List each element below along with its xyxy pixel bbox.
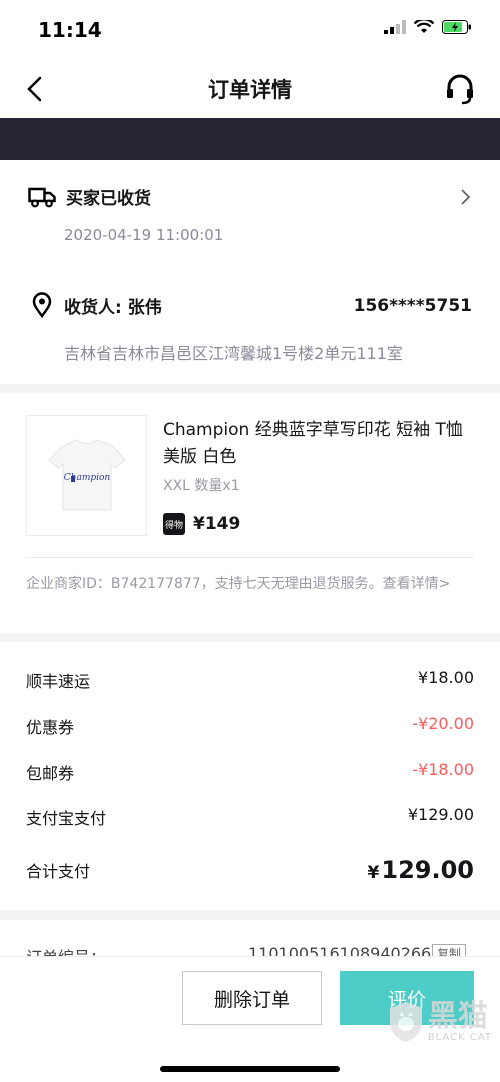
pay-row-alipay: 支付宝支付 ¥129.00 — [26, 805, 474, 829]
pay-row-shipping: 顺丰速运 ¥18.00 — [26, 668, 474, 692]
receiver-row: 收货人: 张伟 — [32, 292, 162, 318]
status-timestamp: 2020-04-19 11:00:01 — [64, 226, 224, 244]
product-thumbnail[interactable]: Champion — [26, 415, 147, 536]
watermark-text: 黑猫 BLACK CAT — [427, 998, 492, 1043]
pay-label: 优惠券 — [26, 718, 75, 737]
signal-icon — [384, 20, 406, 34]
status-icons — [384, 20, 472, 34]
product-spec: XXL 数量x1 — [163, 478, 240, 494]
payment-summary-card: 顺丰速运 ¥18.00 优惠券 -¥20.00 包邮券 -¥18.00 支付宝支… — [0, 642, 500, 910]
delete-order-button[interactable]: 删除订单 — [182, 971, 322, 1025]
order-status-title: 买家已收货 — [66, 189, 151, 209]
pay-value: ¥18.00 — [418, 668, 474, 687]
order-status-card: 买家已收货 2020-04-19 11:00:01 收货人: 张伟 156***… — [0, 160, 500, 384]
chevron-right-icon[interactable] — [460, 188, 472, 206]
product-card: Champion Champion 经典蓝字草写印花 短袖 T恤 美版 白色 X… — [0, 393, 500, 633]
tshirt-image: Champion — [48, 439, 126, 511]
product-title[interactable]: Champion 经典蓝字草写印花 短袖 T恤 美版 白色 — [163, 417, 473, 471]
watermark-sub: BLACK CAT — [427, 1031, 492, 1043]
pay-label: 支付宝支付 — [26, 809, 107, 828]
merchant-note[interactable]: 企业商家ID：B742177877，支持七天无理由退货服务。查看详情> — [26, 573, 474, 595]
pay-row-free-shipping: 包邮券 -¥18.00 — [26, 760, 474, 784]
divider — [26, 557, 474, 558]
receiver-name: 收货人: 张伟 — [64, 297, 162, 318]
total-value: 129.00 — [381, 856, 474, 884]
nav-bar: 订单详情 — [0, 60, 500, 118]
product-price: ¥149 — [193, 514, 241, 534]
receiver-phone: 156****5751 — [353, 296, 472, 316]
shipping-address: 吉林省吉林市昌邑区江湾馨城1号楼2单元111室 — [64, 344, 403, 363]
pay-value: -¥18.00 — [412, 760, 474, 779]
order-info-card: 订单编号： 110100516108940266 复制 — [0, 920, 500, 960]
pay-row-total: 合计支付 ¥129.00 — [26, 856, 474, 884]
watermark: 黑猫 BLACK CAT — [388, 1000, 492, 1044]
total-amount: ¥129.00 — [368, 856, 474, 884]
customer-service-icon[interactable] — [444, 72, 476, 106]
total-label: 合计支付 — [26, 862, 91, 881]
wifi-icon — [414, 20, 434, 33]
pay-value: -¥20.00 — [412, 714, 474, 733]
status-row[interactable]: 买家已收货 — [28, 184, 151, 209]
location-pin-icon — [32, 292, 52, 318]
pay-label: 顺丰速运 — [26, 672, 91, 691]
pay-value: ¥129.00 — [407, 805, 474, 824]
status-bar: 11:14 — [0, 0, 500, 60]
truck-icon — [28, 187, 56, 207]
status-time: 11:14 — [38, 18, 102, 42]
pay-row-coupon: 优惠券 -¥20.00 — [26, 714, 474, 738]
home-indicator — [160, 1066, 340, 1072]
battery-icon — [442, 20, 471, 34]
total-currency: ¥ — [367, 863, 380, 883]
header-band — [0, 118, 500, 160]
black-cat-logo-icon — [389, 1002, 422, 1042]
svg-text:Champion: Champion — [64, 473, 111, 483]
pay-label: 包邮券 — [26, 764, 75, 783]
watermark-main: 黑猫 — [427, 998, 488, 1034]
page-title: 订单详情 — [208, 78, 292, 102]
platform-badge: 得物 — [163, 513, 185, 535]
product-price-row: 得物 ¥149 — [163, 513, 240, 535]
